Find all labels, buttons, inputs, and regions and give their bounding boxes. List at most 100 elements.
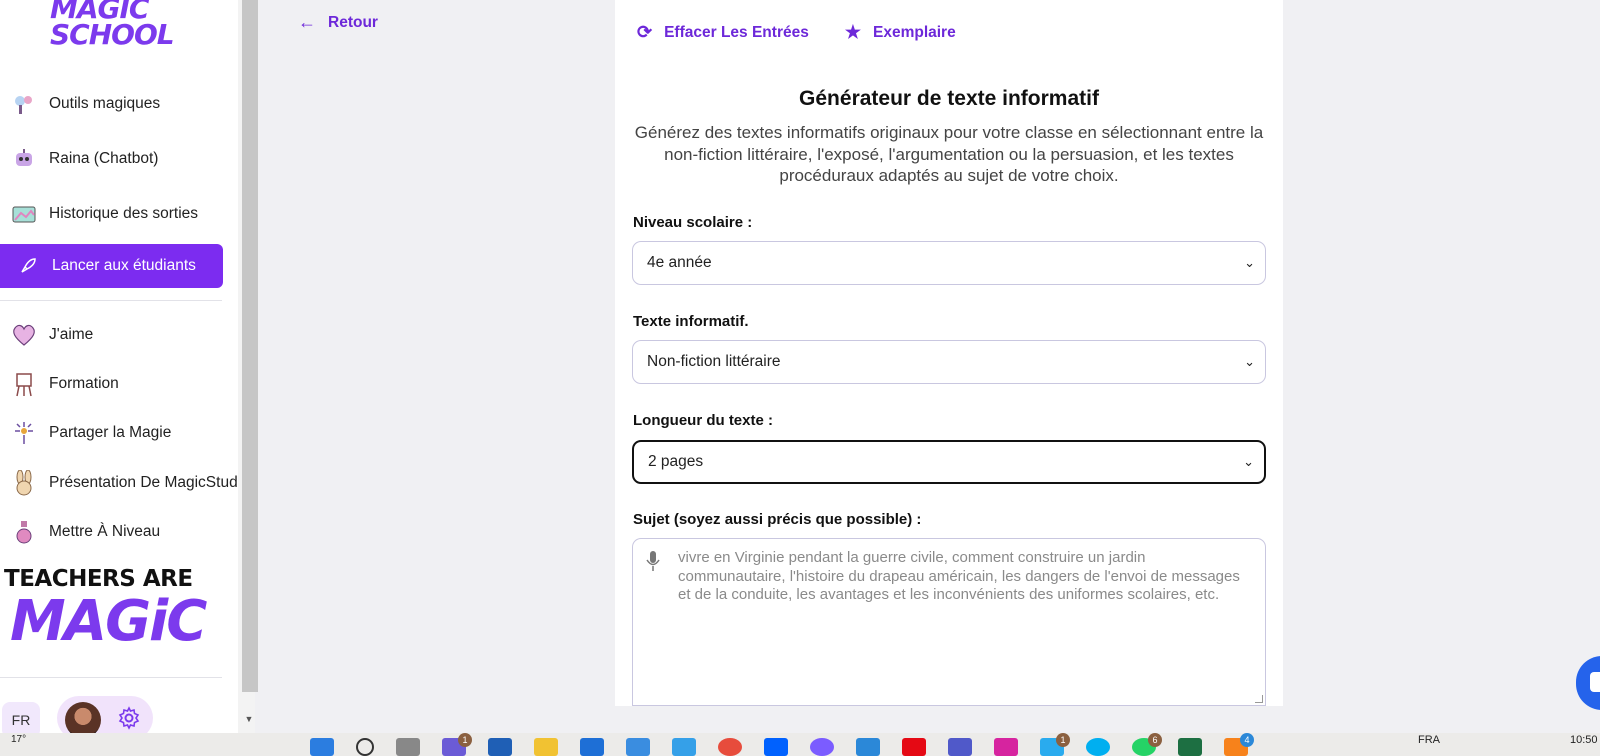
history-icon: [10, 200, 38, 228]
launch-to-students-button[interactable]: Lancer aux étudiants: [0, 244, 223, 288]
grade-value: 4e année: [647, 254, 712, 271]
clock[interactable]: 10:50: [1570, 734, 1598, 746]
teachers-are-magic-banner: TEACHERS ARE MAGiC: [4, 566, 224, 652]
chrome-icon[interactable]: [718, 738, 742, 756]
microphone-icon[interactable]: [645, 549, 661, 573]
example-button[interactable]: ★ Exemplaire: [845, 22, 956, 43]
notification-badge: 6: [1148, 733, 1162, 747]
sidebar-item-presentation[interactable]: Présentation De MagicStudent: [0, 463, 238, 503]
potion-icon: [10, 518, 38, 546]
rocket-icon: [14, 252, 42, 280]
text-type-value: Non-fiction littéraire: [647, 353, 781, 370]
chat-widget-button[interactable]: [1576, 656, 1600, 710]
sidebar-item-mettre-a-niveau[interactable]: Mettre À Niveau: [0, 512, 238, 552]
sidebar-item-label: Mettre À Niveau: [49, 523, 161, 540]
banner-line2: MAGiC: [10, 589, 207, 654]
back-label: Retour: [328, 13, 378, 31]
text-type-select[interactable]: Non-fiction littéraire ⌄: [632, 340, 1266, 384]
store-icon[interactable]: [580, 738, 604, 756]
star-icon: ★: [844, 22, 861, 42]
whatsapp-icon[interactable]: 6: [1132, 733, 1162, 756]
excel-icon[interactable]: [1178, 738, 1202, 756]
dropbox-icon[interactable]: [764, 738, 788, 756]
magic-tools-icon: [10, 90, 38, 118]
tool-panel: ⟳ Effacer Les Entrées ★ Exemplaire Génér…: [615, 0, 1283, 706]
notification-badge: 1: [458, 733, 472, 747]
arrow-left-icon: ←: [298, 12, 316, 32]
sidebar-item-historique[interactable]: Historique des sorties: [0, 194, 238, 234]
telegram-icon[interactable]: 1: [1040, 733, 1070, 756]
instagram-icon[interactable]: [994, 738, 1018, 756]
sidebar-item-formation[interactable]: Formation: [0, 364, 238, 404]
sidebar-item-label: Raina (Chatbot): [49, 150, 159, 167]
page-title: Générateur de texte informatif: [799, 87, 1099, 110]
windows-start-icon[interactable]: [310, 738, 334, 756]
app-icon[interactable]: [856, 738, 880, 756]
logo-line2: SCHOOL: [50, 18, 175, 51]
search-icon[interactable]: [356, 738, 374, 756]
easel-icon: [10, 370, 38, 398]
app-icon[interactable]: [810, 738, 834, 756]
refresh-icon: ⟳: [637, 22, 653, 42]
sparkle-wand-icon: [10, 419, 38, 447]
sidebar-item-jaime[interactable]: J'aime: [0, 315, 238, 355]
sidebar-item-raina-chatbot[interactable]: Raina (Chatbot): [0, 139, 238, 179]
app-icon[interactable]: 4: [1224, 733, 1254, 756]
sidebar-item-label: Partager la Magie: [49, 424, 172, 441]
chevron-down-icon: ⌄: [1243, 454, 1254, 469]
page-description: Générez des textes informatifs originaux…: [634, 123, 1264, 185]
sidebar-item-label: Lancer aux étudiants: [52, 257, 196, 274]
input-language[interactable]: FRA: [1418, 734, 1440, 746]
clear-inputs-button[interactable]: ⟳ Effacer Les Entrées: [637, 22, 809, 43]
language-button[interactable]: FR: [2, 702, 40, 733]
panel-actions: ⟳ Effacer Les Entrées ★ Exemplaire: [637, 22, 992, 43]
topic-textarea[interactable]: vivre en Virginie pendant la guerre civi…: [632, 538, 1266, 706]
magicschool-logo[interactable]: MAGIC SCHOOL: [50, 0, 190, 56]
back-link[interactable]: ← Retour: [298, 12, 378, 33]
resize-handle[interactable]: [1255, 695, 1263, 703]
sidebar-item-label: Présentation De MagicStudent: [49, 474, 238, 491]
scroll-down-icon[interactable]: ▼: [243, 714, 255, 726]
user-menu[interactable]: [57, 696, 153, 733]
robot-icon: [10, 145, 38, 173]
example-label: Exemplaire: [872, 23, 956, 41]
weather-temperature[interactable]: 17°: [11, 734, 26, 745]
topic-label: Sujet (soyez aussi précis que possible) …: [633, 511, 922, 528]
taskbar-apps: 1 1 6 4: [310, 733, 1270, 756]
sidebar-item-label: Historique des sorties: [49, 205, 199, 222]
topic-placeholder: vivre en Virginie pendant la guerre civi…: [678, 549, 1240, 603]
sidebar-item-partager[interactable]: Partager la Magie: [0, 413, 238, 453]
sidebar-item-outils-magiques[interactable]: Outils magiques: [0, 84, 238, 124]
task-view-icon[interactable]: [396, 738, 420, 756]
chevron-down-icon: ⌄: [1244, 255, 1255, 270]
notification-badge: 4: [1240, 733, 1254, 747]
sidebar-divider: [0, 300, 222, 301]
scrollbar-thumb[interactable]: [242, 0, 258, 692]
skype-icon[interactable]: [1086, 738, 1110, 756]
length-select[interactable]: 2 pages ⌄: [632, 440, 1266, 484]
folder-icon[interactable]: [534, 738, 558, 756]
grade-select[interactable]: 4e année ⌄: [632, 241, 1266, 285]
bunny-icon: [10, 469, 38, 497]
teams-icon[interactable]: [948, 738, 972, 756]
chevron-down-icon: ⌄: [1244, 354, 1255, 369]
teams-chat-icon[interactable]: 1: [442, 733, 472, 756]
sidebar-item-label: Outils magiques: [49, 95, 161, 112]
avatar[interactable]: [65, 702, 101, 733]
netflix-icon[interactable]: [902, 738, 926, 756]
length-value: 2 pages: [648, 453, 704, 470]
grade-label: Niveau scolaire :: [633, 214, 753, 231]
clear-label: Effacer Les Entrées: [664, 23, 809, 41]
gear-icon[interactable]: [115, 704, 143, 732]
sidebar-item-label: J'aime: [49, 326, 94, 343]
windows-taskbar: 17° 1 1 6 4 FRA 10:50: [0, 733, 1600, 756]
mail-icon[interactable]: [488, 738, 512, 756]
edge-icon[interactable]: [672, 738, 696, 756]
sidebar: MAGIC SCHOOL Outils magiques Raina (Chat…: [0, 0, 238, 733]
sidebar-item-label: Formation: [49, 375, 119, 392]
text-type-label: Texte informatif.: [633, 313, 749, 330]
chat-icon: [1590, 672, 1600, 692]
app-icon[interactable]: [626, 738, 650, 756]
notification-badge: 1: [1056, 733, 1070, 747]
length-label: Longueur du texte :: [633, 412, 773, 429]
